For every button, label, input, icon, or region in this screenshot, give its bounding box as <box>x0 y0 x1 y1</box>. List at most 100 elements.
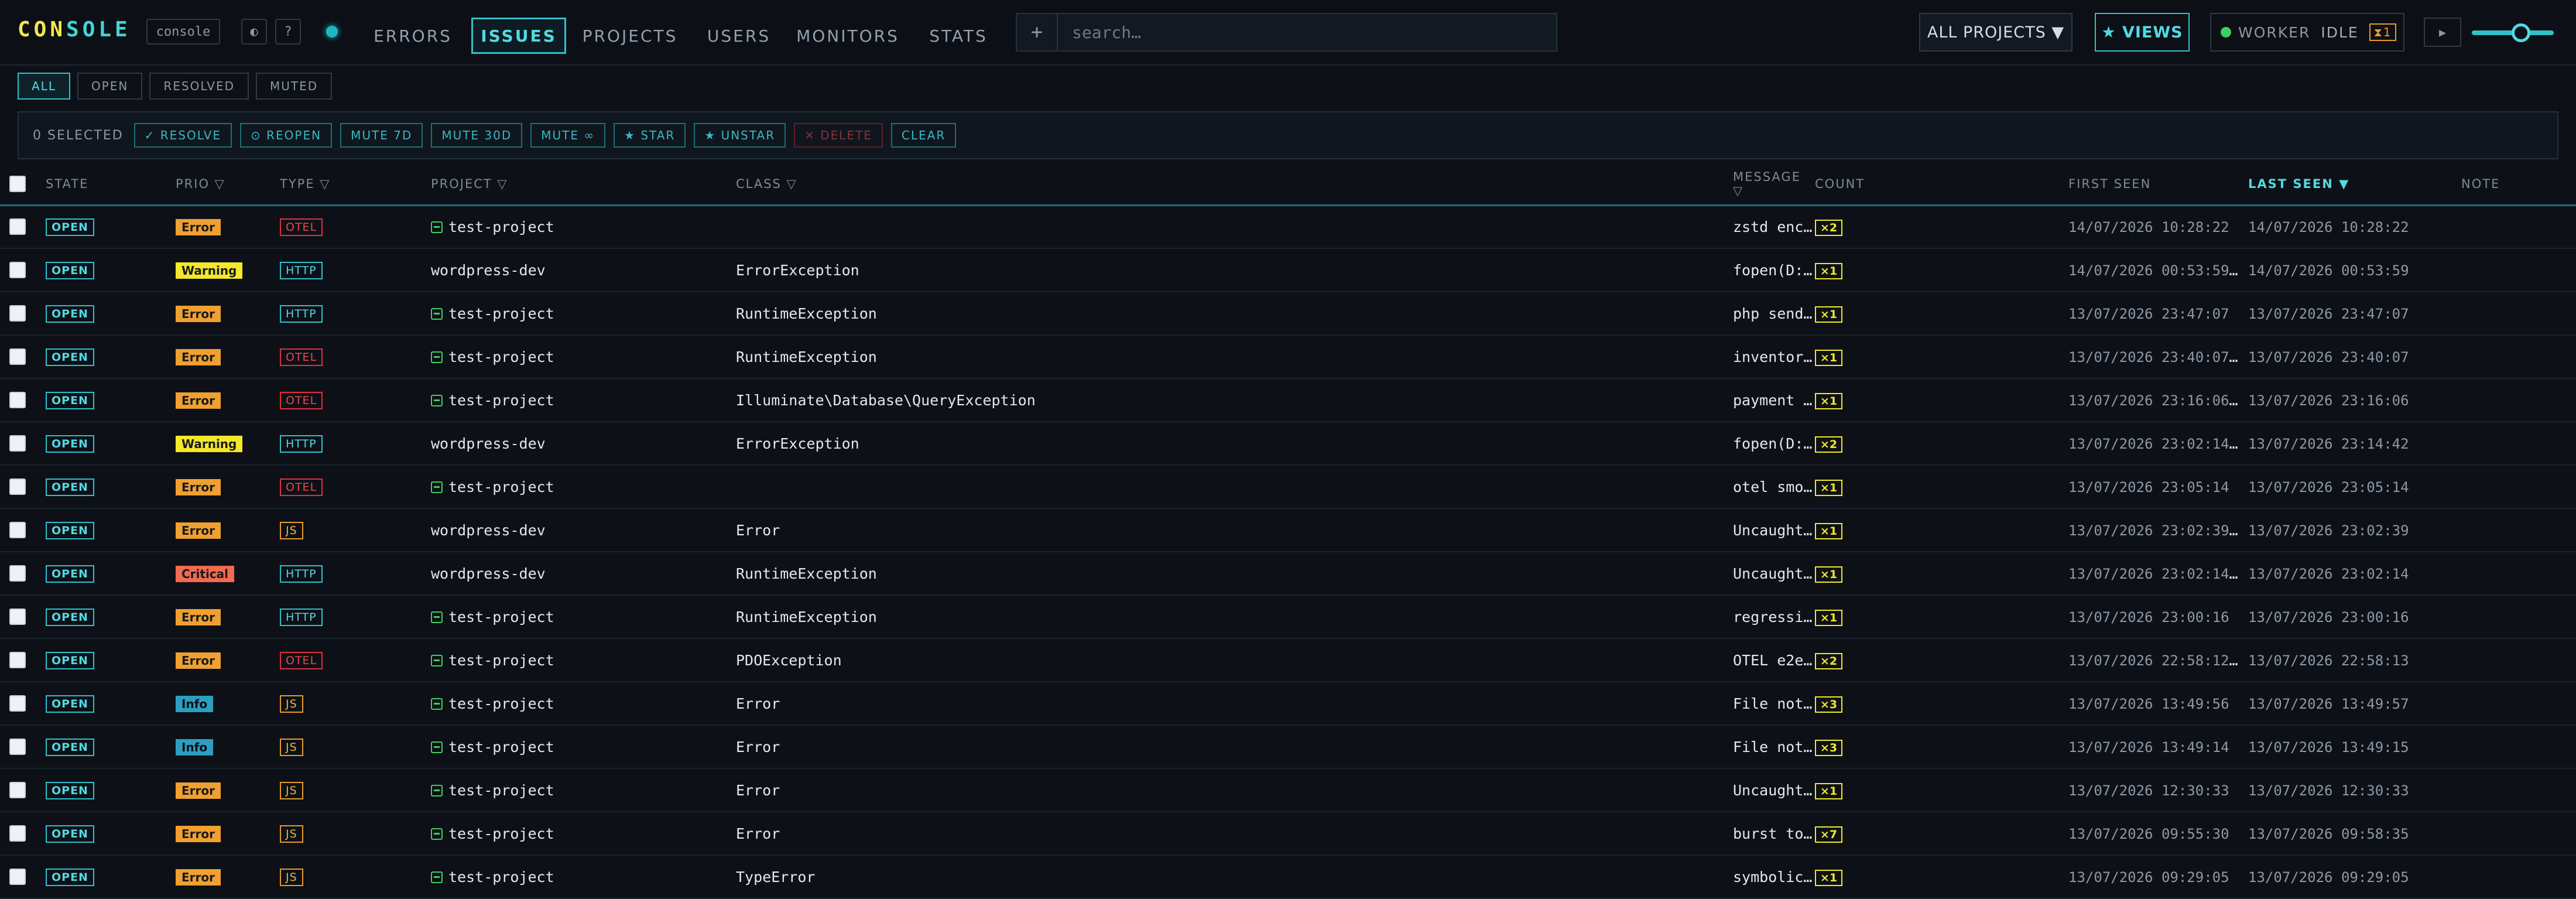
col-state[interactable]: STATE <box>46 164 176 206</box>
table-row[interactable]: OPEN Critical HTTP wordpress-dev RuntimeExce… <box>0 552 2576 596</box>
state-badge[interactable]: OPEN <box>46 305 94 323</box>
note-cell[interactable] <box>2461 248 2576 292</box>
row-checkbox[interactable] <box>9 739 26 755</box>
project-name[interactable]: test-project <box>448 392 554 409</box>
table-row[interactable]: OPEN Error HTTP test-project RuntimeExceptio… <box>0 595 2576 639</box>
bulk-resolve-button[interactable]: ✓ RESOLVE <box>133 123 232 148</box>
bulk-unstar-button[interactable]: ★ UNSTAR <box>694 123 786 148</box>
bulk-star-button[interactable]: ★ STAR <box>614 123 686 148</box>
state-badge[interactable]: OPEN <box>46 522 94 539</box>
row-select-cell[interactable] <box>0 335 46 379</box>
row-select-cell[interactable] <box>0 205 46 249</box>
message-cell[interactable]: File not found: sub-threshold probe two <box>1733 682 1815 726</box>
table-row[interactable]: OPEN Info JS test-project ErrorFile not foun… <box>0 682 2576 726</box>
message-cell[interactable]: burst touch e2e <box>1733 812 1815 856</box>
note-cell[interactable] <box>2461 552 2576 596</box>
project-name[interactable]: test-project <box>448 305 554 322</box>
state-badge[interactable]: OPEN <box>46 609 94 626</box>
state-badge[interactable]: OPEN <box>46 739 94 756</box>
message-cell[interactable]: inventory sync failed for order 48211 <box>1733 335 1815 379</box>
table-row[interactable]: OPEN Error OTEL test-project PDOException OTE… <box>0 638 2576 682</box>
table-row[interactable]: OPEN Warning HTTP wordpress-dev ErrorExcepti… <box>0 248 2576 292</box>
row-select-cell[interactable] <box>0 725 46 769</box>
row-checkbox[interactable] <box>9 348 26 365</box>
row-select-cell[interactable] <box>0 292 46 336</box>
project-name[interactable]: wordpress-dev <box>431 522 546 539</box>
filter-all[interactable]: ALL <box>18 73 70 100</box>
bulk-clear-button[interactable]: CLEAR <box>890 123 957 148</box>
project-name[interactable]: wordpress-dev <box>431 565 546 582</box>
project-name[interactable]: test-project <box>448 609 554 625</box>
select-all-cell[interactable] <box>0 164 46 206</box>
note-cell[interactable] <box>2461 682 2576 726</box>
state-badge[interactable]: OPEN <box>46 348 94 366</box>
project-name[interactable]: test-project <box>448 348 554 365</box>
message-cell[interactable]: OTEL e2e: db connection refused <box>1733 638 1815 682</box>
row-checkbox[interactable] <box>9 305 26 322</box>
row-select-cell[interactable] <box>0 768 46 812</box>
row-select-cell[interactable] <box>0 638 46 682</box>
refresh-slider[interactable] <box>2472 23 2554 42</box>
state-badge[interactable]: OPEN <box>46 218 94 237</box>
message-cell[interactable]: File not found: below-threshold burst pr… <box>1733 725 1815 769</box>
message-cell[interactable]: payment update deadlocked <box>1733 378 1815 422</box>
state-badge[interactable]: OPEN <box>46 869 94 886</box>
row-checkbox[interactable] <box>9 565 26 582</box>
message-cell[interactable]: fopen(D:\Dev\Sites\ovos\wordpress/does-n… <box>1733 422 1815 466</box>
note-cell[interactable] <box>2461 292 2576 336</box>
note-cell[interactable] <box>2461 855 2576 899</box>
row-select-cell[interactable] <box>0 682 46 726</box>
message-cell[interactable]: Uncaught Error: styled snapshot e2e <box>1733 768 1815 812</box>
row-select-cell[interactable] <box>0 595 46 639</box>
worker-status[interactable]: WORKER IDLE ⧗1 <box>2210 13 2404 52</box>
filter-open[interactable]: OPEN <box>77 73 143 100</box>
project-name[interactable]: test-project <box>448 782 554 799</box>
row-select-cell[interactable] <box>0 552 46 596</box>
col-count[interactable]: COUNT <box>1815 164 2068 206</box>
note-cell[interactable] <box>2461 378 2576 422</box>
note-cell[interactable] <box>2461 422 2576 466</box>
message-cell[interactable]: php sender trace correlation check <box>1733 292 1815 336</box>
row-checkbox[interactable] <box>9 695 26 712</box>
state-badge[interactable]: OPEN <box>46 262 94 279</box>
project-select[interactable]: ALL PROJECTS ▼ <box>1919 13 2073 52</box>
row-select-cell[interactable] <box>0 248 46 292</box>
add-filter-button[interactable]: + <box>1017 14 1058 50</box>
row-select-cell[interactable] <box>0 508 46 552</box>
tab-users[interactable]: USERS <box>700 18 778 54</box>
table-row[interactable]: OPEN Error OTEL test-project otel smoke test… <box>0 465 2576 509</box>
state-badge[interactable]: OPEN <box>46 695 94 713</box>
row-select-cell[interactable] <box>0 378 46 422</box>
row-checkbox[interactable] <box>9 782 26 798</box>
row-checkbox[interactable] <box>9 869 26 885</box>
col-project[interactable]: PROJECT ▽ <box>431 164 736 206</box>
tab-monitors[interactable]: MONITORS <box>789 18 907 54</box>
note-cell[interactable] <box>2461 595 2576 639</box>
row-select-cell[interactable] <box>0 812 46 856</box>
tab-errors[interactable]: ERRORS <box>363 18 463 54</box>
state-badge[interactable]: OPEN <box>46 652 94 669</box>
row-select-cell[interactable] <box>0 465 46 509</box>
filter-resolved[interactable]: RESOLVED <box>149 73 249 100</box>
table-row[interactable]: OPEN Error OTEL test-project zstd encoding c… <box>0 205 2576 249</box>
project-name[interactable]: test-project <box>448 739 554 756</box>
row-checkbox[interactable] <box>9 825 26 842</box>
project-name[interactable]: test-project <box>448 218 554 235</box>
state-badge[interactable]: OPEN <box>46 565 94 583</box>
col-prio[interactable]: PRIO ▽ <box>176 164 280 206</box>
row-checkbox[interactable] <box>9 609 26 625</box>
note-cell[interactable] <box>2461 205 2576 249</box>
note-cell[interactable] <box>2461 725 2576 769</box>
table-row[interactable]: OPEN Warning HTTP wordpress-dev ErrorExcepti… <box>0 422 2576 466</box>
row-select-cell[interactable] <box>0 422 46 466</box>
col-note[interactable]: NOTE <box>2461 164 2576 206</box>
message-cell[interactable]: Uncaught Error: ovos-console JS e2e test… <box>1733 508 1815 552</box>
bulk-mute-7d-button[interactable]: MUTE 7D <box>340 123 423 148</box>
slider-knob[interactable] <box>2512 23 2530 42</box>
message-cell[interactable]: otel smoke test <box>1733 465 1815 509</box>
note-cell[interactable] <box>2461 768 2576 812</box>
bulk-delete-button[interactable]: ✕ DELETE <box>794 123 883 148</box>
theme-toggle-icon[interactable]: ◐ <box>241 19 267 45</box>
filter-muted[interactable]: MUTED <box>256 73 333 100</box>
table-row[interactable]: OPENErrorJStest-projectErrorUncaught Err… <box>0 768 2576 812</box>
